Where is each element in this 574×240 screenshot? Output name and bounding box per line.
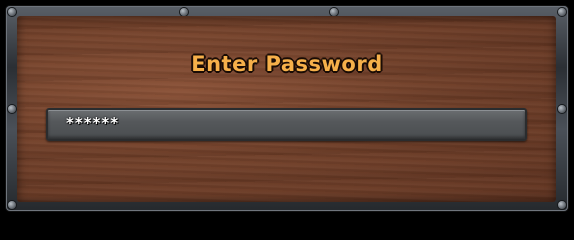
dialog-title: Enter Password [191,52,383,76]
rivet-icon [180,8,188,16]
rivet-icon [8,105,16,113]
rivet-icon [558,105,566,113]
rivet-icon [8,201,16,209]
password-dialog: Enter Password ****** [0,0,574,217]
rivet-icon [558,201,566,209]
password-value: ****** [66,114,120,132]
password-input[interactable]: ****** [46,108,527,141]
rivet-icon [558,8,566,16]
rivet-icon [8,8,16,16]
rivet-icon [330,8,338,16]
